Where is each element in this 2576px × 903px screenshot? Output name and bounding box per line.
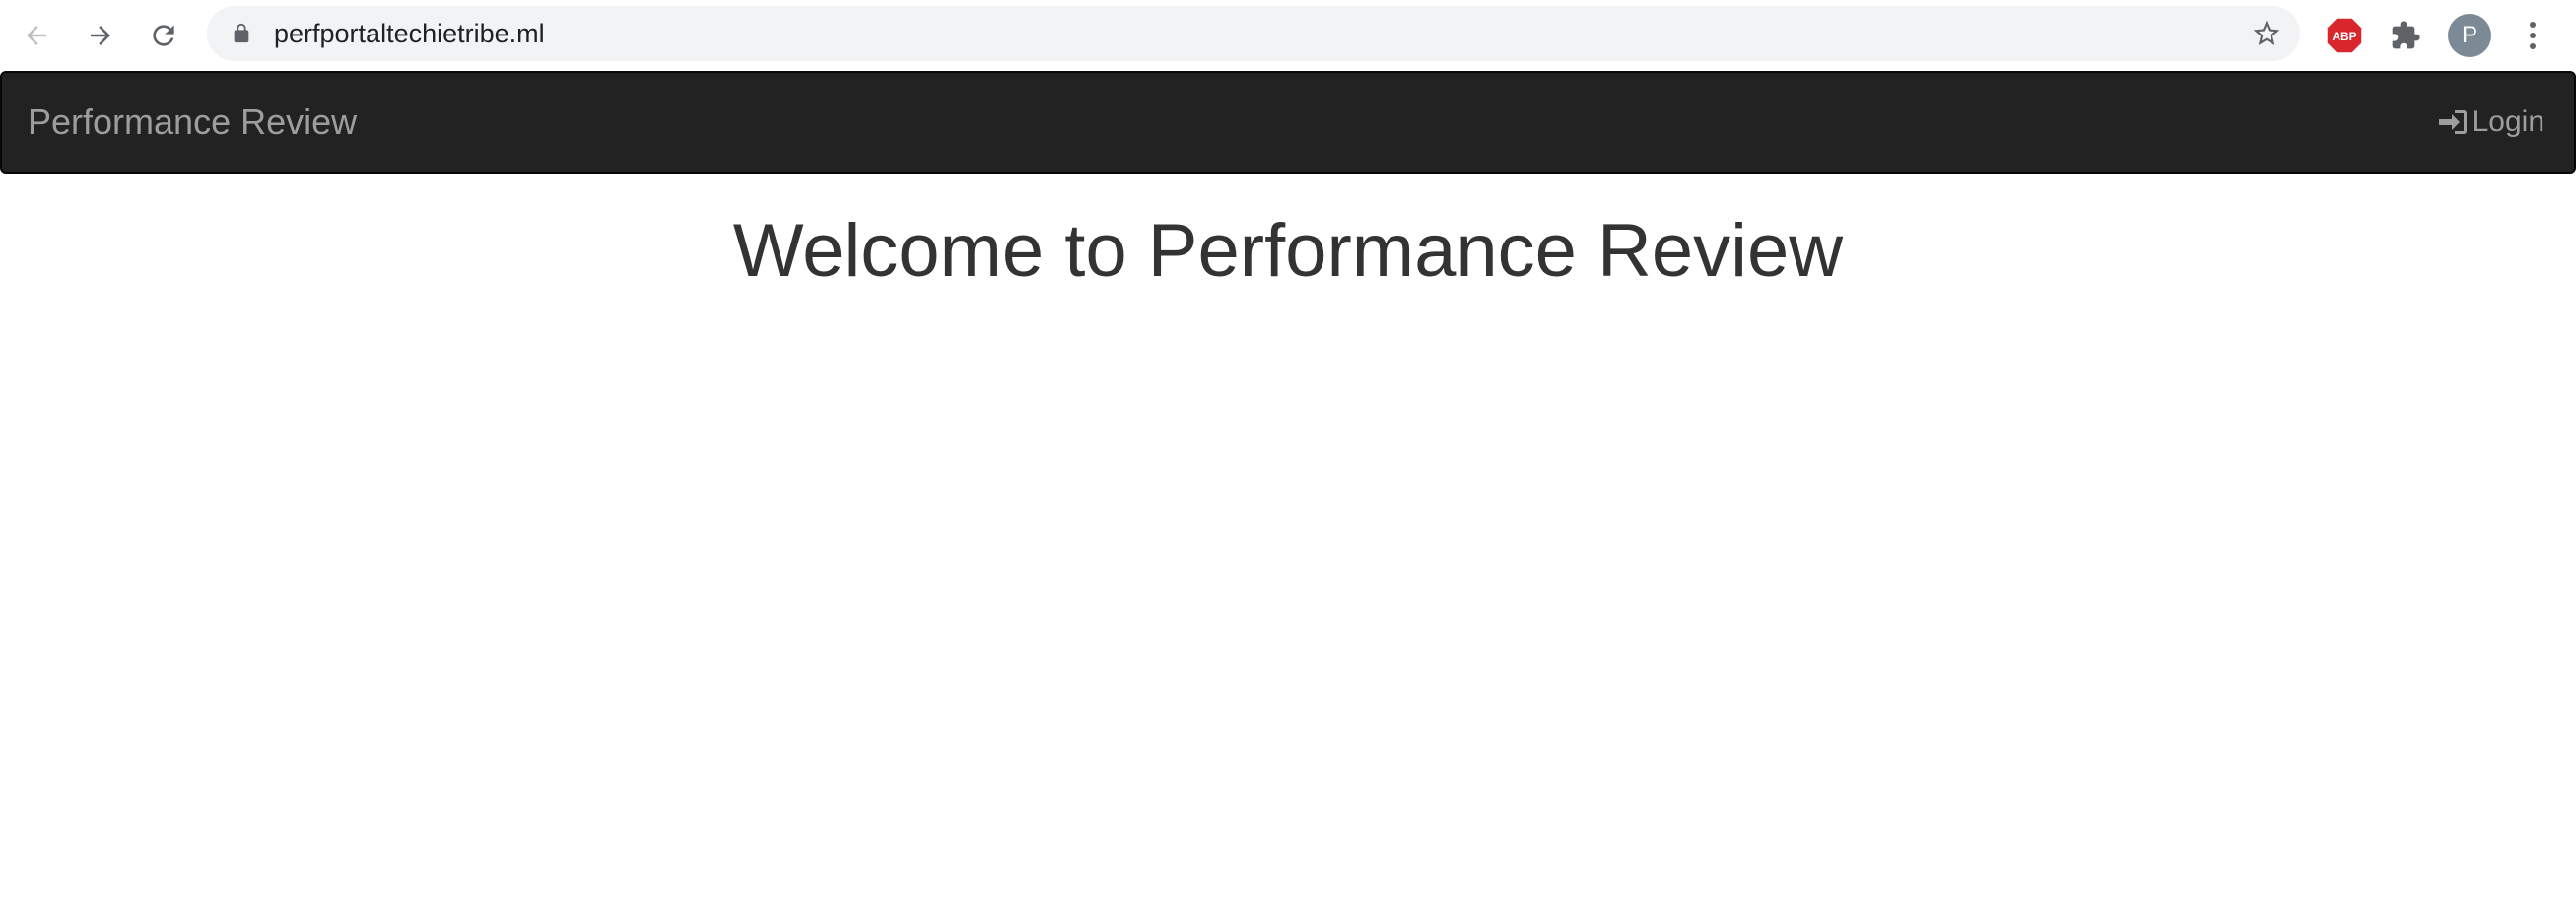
forward-button[interactable]: [77, 12, 124, 59]
reload-icon: [153, 25, 174, 46]
bookmark-button[interactable]: [2245, 12, 2288, 55]
browser-menu-button[interactable]: [2513, 14, 2552, 57]
profile-avatar[interactable]: P: [2448, 14, 2491, 57]
sign-in-icon: [2437, 106, 2469, 138]
extensions-button[interactable]: [2384, 14, 2427, 57]
navbar-brand[interactable]: Performance Review: [28, 73, 357, 172]
puzzle-icon: [2392, 21, 2420, 49]
adblock-icon: ABP: [2326, 17, 2363, 54]
url-text[interactable]: perfportaltechietribe.ml: [274, 6, 545, 61]
browser-toolbar: perfportaltechietribe.ml ABP P: [0, 0, 2576, 71]
arrow-left-icon: [27, 26, 46, 45]
kebab-menu-icon: [2530, 22, 2536, 49]
star-icon: [2253, 20, 2280, 45]
address-bar[interactable]: perfportaltechietribe.ml: [207, 6, 2300, 61]
app-navbar: Performance Review Login: [0, 71, 2576, 174]
page-title: Welcome to Performance Review: [732, 209, 1844, 293]
arrow-right-icon: [91, 26, 110, 45]
adblock-badge-text: ABP: [2332, 30, 2356, 43]
back-button[interactable]: [13, 12, 60, 59]
login-label: Login: [2472, 105, 2544, 138]
adblock-extension-button[interactable]: ABP: [2323, 14, 2366, 57]
login-link[interactable]: Login: [2437, 73, 2544, 172]
lock-icon[interactable]: [231, 23, 252, 44]
reload-button[interactable]: [140, 12, 187, 59]
